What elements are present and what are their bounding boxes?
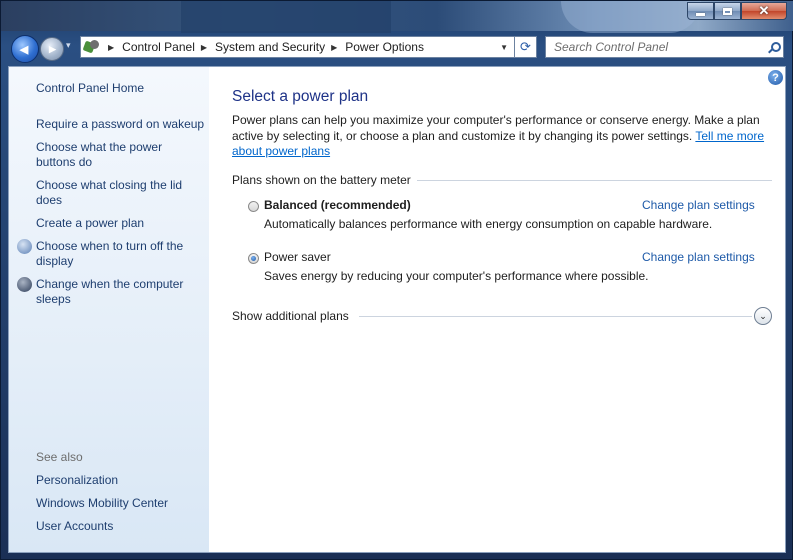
minimize-button[interactable] <box>687 2 714 20</box>
refresh-button[interactable]: ⟳ <box>515 36 537 58</box>
close-icon: ✕ <box>758 3 770 18</box>
search-input[interactable] <box>552 39 766 55</box>
sleep-moon-icon <box>17 277 32 292</box>
breadcrumb-separator-icon[interactable]: ▶ <box>108 43 114 52</box>
content-area: Control Panel Home Require a password on… <box>8 66 786 553</box>
power-saver-radio[interactable] <box>248 253 259 264</box>
group-divider <box>417 180 772 181</box>
sidebar: Control Panel Home Require a password on… <box>9 67 209 552</box>
sidebar-personalization[interactable]: Personalization <box>36 473 208 488</box>
intro-text: Power plans can help you maximize your c… <box>232 113 772 160</box>
intro-paragraph: Power plans can help you maximize your c… <box>232 113 760 143</box>
caption-buttons: ✕ <box>687 2 787 20</box>
sidebar-user-accounts[interactable]: User Accounts <box>36 519 208 534</box>
sidebar-closing-lid[interactable]: Choose what closing the lid does <box>36 178 196 208</box>
breadcrumb-control-panel[interactable]: Control Panel <box>122 40 195 54</box>
search-icon[interactable] <box>768 41 781 53</box>
balanced-plan-description: Automatically balances performance with … <box>264 217 713 231</box>
address-bar[interactable]: ▶ Control Panel ▶ System and Security ▶ … <box>80 36 515 58</box>
maximize-icon <box>723 7 732 15</box>
plans-group-label: Plans shown on the battery meter <box>232 173 411 187</box>
recent-pages-dropdown[interactable]: ▾ <box>66 40 71 51</box>
breadcrumb-separator-icon[interactable]: ▶ <box>201 43 207 52</box>
maximize-button[interactable] <box>714 2 741 20</box>
sidebar-mobility-center[interactable]: Windows Mobility Center <box>36 496 208 511</box>
show-additional-plans[interactable]: Show additional plans <box>232 309 349 323</box>
window: ✕ ◀ ▶ ▾ ▶ Control Panel ▶ System and Sec… <box>0 0 793 560</box>
breadcrumb-separator-icon[interactable]: ▶ <box>331 43 337 52</box>
balanced-plan-name[interactable]: Balanced (recommended) <box>264 198 411 212</box>
expand-plans-button[interactable]: ⌄ <box>754 307 772 325</box>
sidebar-create-power-plan[interactable]: Create a power plan <box>36 216 208 231</box>
additional-plans-divider <box>359 316 752 317</box>
sidebar-computer-sleeps[interactable]: Change when the computer sleeps <box>36 277 196 307</box>
balanced-change-settings-link[interactable]: Change plan settings <box>642 198 755 212</box>
chevron-down-icon: ⌄ <box>759 310 767 321</box>
title-bar-highlight <box>561 1 701 33</box>
sidebar-control-panel-home[interactable]: Control Panel Home <box>36 81 208 96</box>
search-box[interactable] <box>545 36 784 58</box>
close-button[interactable]: ✕ <box>741 2 787 20</box>
title-bar[interactable] <box>1 1 793 33</box>
refresh-icon: ⟳ <box>520 39 531 54</box>
power-saver-plan-description: Saves energy by reducing your computer's… <box>264 269 649 283</box>
navigation-bar: ◀ ▶ ▾ ▶ Control Panel ▶ System and Secur… <box>8 32 786 63</box>
title-bar-background <box>181 1 391 33</box>
back-arrow-icon: ◀ <box>19 43 29 56</box>
chevron-down-icon: ▾ <box>66 40 71 50</box>
power-saver-change-settings-link[interactable]: Change plan settings <box>642 250 755 264</box>
minimize-icon <box>696 12 705 16</box>
sidebar-turn-off-display[interactable]: Choose when to turn off the display <box>36 239 196 269</box>
breadcrumb-system-and-security[interactable]: System and Security <box>215 40 325 54</box>
forward-arrow-icon: ▶ <box>49 43 56 54</box>
help-icon: ? <box>772 71 779 84</box>
balanced-radio[interactable] <box>248 201 259 212</box>
back-button[interactable]: ◀ <box>11 35 39 63</box>
control-panel-icon <box>82 39 102 55</box>
see-also-heading: See also <box>36 450 83 464</box>
forward-button[interactable]: ▶ <box>40 37 64 61</box>
page-title: Select a power plan <box>232 88 369 105</box>
sidebar-power-buttons[interactable]: Choose what the power buttons do <box>36 140 186 170</box>
display-icon <box>17 239 32 254</box>
breadcrumb-power-options[interactable]: Power Options <box>345 40 424 54</box>
power-saver-plan-name[interactable]: Power saver <box>264 250 331 264</box>
help-button[interactable]: ? <box>768 70 783 85</box>
sidebar-require-password[interactable]: Require a password on wakeup <box>36 117 208 132</box>
address-dropdown-icon[interactable]: ▼ <box>500 43 508 52</box>
